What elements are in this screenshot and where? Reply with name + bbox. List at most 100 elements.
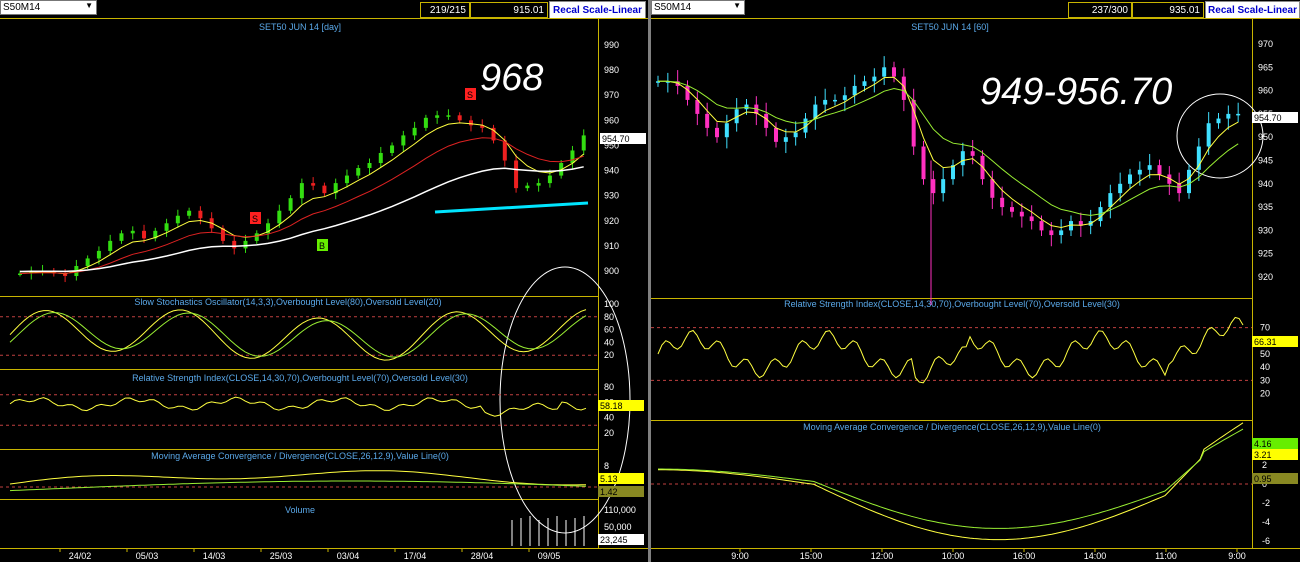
right-last-price: 954.70 — [1254, 113, 1282, 123]
left-stoch-tick: 60 — [604, 325, 614, 335]
right-rsi-tick: 40 — [1260, 362, 1270, 372]
left-candle — [378, 152, 383, 164]
right-candle — [705, 113, 710, 128]
right-price-tick: 960 — [1258, 86, 1273, 96]
left-big-annotation: 968 — [480, 57, 543, 99]
left-candle — [581, 135, 586, 151]
right-candle — [1147, 165, 1152, 170]
left-candle — [547, 175, 552, 184]
right-candle — [1000, 197, 1005, 208]
left-macd-signal — [9, 480, 587, 492]
right-candle — [695, 99, 700, 114]
left-candle — [468, 120, 473, 126]
right-rsi-tick: 50 — [1260, 349, 1270, 359]
right-price-tick: 935 — [1258, 202, 1273, 212]
left-macd-value2: 1.42 — [600, 487, 618, 497]
left-macd-tick: 8 — [604, 461, 609, 471]
left-candle — [119, 233, 124, 241]
left-candle — [367, 163, 372, 169]
right-candle — [1039, 221, 1044, 231]
right-candle — [1187, 169, 1191, 194]
right-macd-value2: 3.21 — [1254, 450, 1272, 460]
left-candle — [108, 240, 113, 251]
left-candle — [401, 135, 406, 146]
right-candle — [960, 151, 965, 166]
right-candle — [941, 179, 946, 194]
left-marker-2: B — [319, 241, 325, 251]
right-candle — [1049, 230, 1054, 236]
right-candle — [1216, 118, 1221, 124]
right-candle — [1177, 183, 1182, 194]
left-candle — [277, 210, 282, 224]
left-candle — [288, 198, 293, 211]
left-candle — [356, 168, 361, 176]
left-candle — [175, 215, 180, 224]
right-candle — [1010, 207, 1014, 212]
left-stoch-tick: 100 — [604, 299, 619, 309]
left-price-tick: 970 — [604, 90, 619, 100]
left-price-tick: 980 — [604, 65, 619, 75]
left-candle — [322, 185, 327, 194]
right-candle — [901, 76, 906, 100]
left-candle — [243, 240, 248, 249]
left-candle — [311, 183, 316, 186]
left-candle — [525, 185, 530, 189]
right-price-tick: 925 — [1258, 249, 1273, 259]
right-price-tick: 940 — [1258, 179, 1273, 189]
left-volume-value: 23,245 — [600, 535, 628, 545]
right-candle — [1206, 123, 1211, 147]
right-candle — [990, 179, 995, 198]
right-candle — [921, 146, 926, 180]
left-price-tick: 960 — [604, 115, 619, 125]
left-macd-value1: 5.13 — [600, 474, 618, 484]
right-candle — [823, 99, 828, 105]
right-candle — [892, 67, 896, 77]
right-macd-tick: 2 — [1262, 460, 1267, 470]
right-time-label: 16:00 — [1013, 551, 1036, 561]
right-price-tick: 930 — [1258, 225, 1273, 235]
left-stoch-title: Slow Stochastics Oscillator(14,3,3),Over… — [134, 297, 441, 307]
panel-divider — [648, 0, 651, 562]
left-rsi-value: 58.18 — [600, 401, 623, 411]
left-stoch-tick: 40 — [604, 337, 614, 347]
left-stoch-d — [9, 311, 587, 358]
left-candle — [232, 240, 237, 249]
left-candle — [412, 127, 417, 136]
left-date-label: 28/04 — [471, 551, 494, 561]
left-date-label: 03/04 — [337, 551, 360, 561]
left-candle — [502, 140, 507, 161]
left-candle — [187, 210, 192, 216]
left-rsi-tick: 20 — [604, 428, 614, 438]
right-candle — [1108, 193, 1113, 208]
right-candle — [1226, 113, 1231, 119]
left-volume-title: Volume — [285, 505, 315, 515]
right-price-tick: 950 — [1258, 132, 1273, 142]
right-candle — [1236, 113, 1241, 116]
right-macd-title: Moving Average Convergence / Divergence(… — [803, 422, 1101, 432]
right-chart-title: SET50 JUN 14 [60] — [911, 22, 989, 32]
left-stoch-tick: 20 — [604, 350, 614, 360]
right-candle — [764, 113, 769, 128]
right-rsi-tick: 30 — [1260, 375, 1270, 385]
right-big-annotation: 949-956.70 — [980, 71, 1172, 113]
left-price-tick: 940 — [604, 166, 619, 176]
left-price-tick: 990 — [604, 40, 619, 50]
left-price-tick: 930 — [604, 191, 619, 201]
right-rsi-title: Relative Strength Index(CLOSE,14,30,70),… — [784, 299, 1120, 309]
right-time-label: 10:00 — [942, 551, 965, 561]
right-macd-line — [658, 422, 1244, 541]
right-candle — [715, 127, 719, 138]
right-candle — [872, 76, 877, 82]
right-highlight-ellipse — [1176, 93, 1264, 179]
left-stoch-tick: 80 — [604, 312, 614, 322]
left-candle — [96, 250, 101, 259]
left-candle — [390, 145, 395, 153]
right-rsi-value: 66.31 — [1254, 337, 1277, 347]
right-time-label: 14:00 — [1084, 551, 1107, 561]
left-date-label: 09/05 — [538, 551, 561, 561]
right-time-label: 12:00 — [871, 551, 894, 561]
left-date-label: 14/03 — [203, 551, 226, 561]
right-candle — [1137, 169, 1142, 175]
left-rsi-title: Relative Strength Index(CLOSE,14,30,70),… — [132, 373, 468, 383]
right-candle — [774, 127, 778, 142]
